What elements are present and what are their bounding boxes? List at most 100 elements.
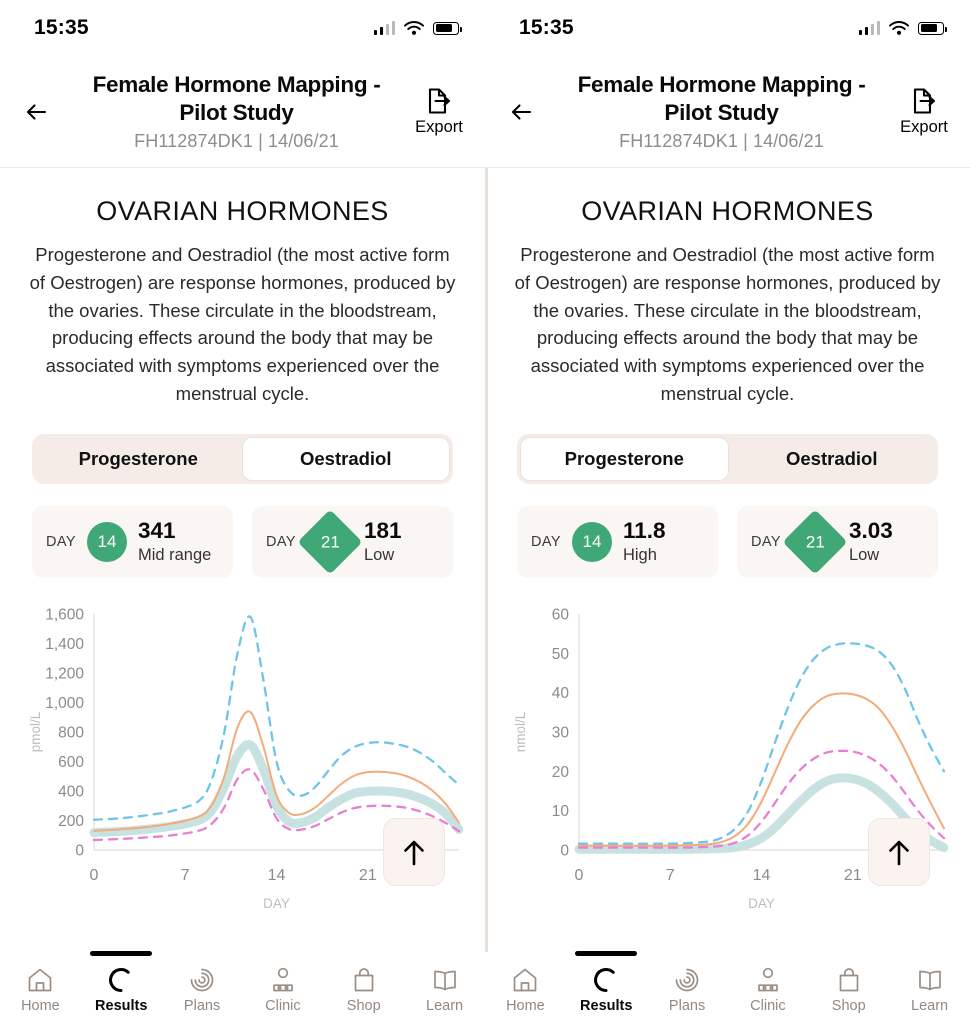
status-time: 15:35 bbox=[34, 16, 89, 39]
card-values: 181 Low bbox=[364, 518, 402, 565]
scroll-to-top-button[interactable] bbox=[868, 817, 930, 886]
svg-text:10: 10 bbox=[552, 803, 570, 820]
svg-text:400: 400 bbox=[58, 783, 84, 800]
hormone-segmented-control[interactable]: Progesterone Oestradiol bbox=[517, 433, 938, 484]
nav-label: Clinic bbox=[750, 998, 786, 1014]
card-values: 11.8 High bbox=[623, 518, 666, 565]
svg-text:200: 200 bbox=[58, 813, 84, 830]
card-values: 341 Mid range bbox=[138, 518, 211, 565]
scroll-to-top-button[interactable] bbox=[383, 817, 445, 886]
tab-progesterone[interactable]: Progesterone bbox=[520, 436, 729, 481]
page-subtitle: FH112874DK1 | 14/06/21 bbox=[134, 130, 339, 151]
shopping-bag-icon bbox=[839, 968, 859, 992]
wifi-icon bbox=[404, 20, 424, 35]
metric-cards-right: DAY 14 11.8 High DAY 21 3.03 Low bbox=[517, 505, 938, 578]
ring-icon bbox=[594, 968, 615, 992]
svg-text:14: 14 bbox=[753, 867, 771, 884]
tab-progesterone[interactable]: Progesterone bbox=[35, 437, 242, 481]
back-button[interactable] bbox=[495, 84, 551, 140]
nav-label: Results bbox=[95, 998, 148, 1014]
nav-item-shop[interactable]: Shop bbox=[808, 953, 889, 1014]
export-button[interactable]: Export bbox=[892, 86, 956, 137]
svg-text:7: 7 bbox=[181, 867, 190, 884]
metric-card-day14[interactable]: DAY 14 341 Mid range bbox=[32, 505, 233, 578]
status-icons bbox=[373, 20, 462, 36]
ring-icon bbox=[109, 968, 130, 992]
nav-item-shop[interactable]: Shop bbox=[323, 953, 404, 1014]
phone-panel-left: 15:35 Female Hormone Mapping - Pilot Stu… bbox=[0, 0, 485, 1024]
card-day-label: DAY bbox=[266, 533, 296, 550]
svg-text:1,400: 1,400 bbox=[45, 636, 84, 653]
svg-text:1,000: 1,000 bbox=[45, 695, 84, 712]
svg-text:20: 20 bbox=[552, 763, 570, 780]
page-subtitle: FH112874DK1 | 14/06/21 bbox=[619, 130, 824, 151]
status-time: 15:35 bbox=[519, 16, 574, 39]
hormone-segmented-control[interactable]: Progesterone Oestradiol bbox=[32, 433, 453, 484]
arrow-up-icon bbox=[404, 840, 424, 865]
bottom-nav-right[interactable]: Home Results Plans Clinic Shop Learn bbox=[485, 952, 970, 1024]
nav-label: Results bbox=[580, 998, 633, 1014]
day-badge-circle: 14 bbox=[571, 521, 612, 562]
day-badge-value: 21 bbox=[320, 531, 340, 551]
nav-item-learn[interactable]: Learn bbox=[404, 953, 485, 1014]
spiral-icon bbox=[675, 968, 699, 992]
nav-item-plans[interactable]: Plans bbox=[162, 953, 243, 1014]
signal-bars-icon bbox=[858, 20, 880, 35]
day-badge-value: 14 bbox=[97, 531, 117, 551]
metric-card-day21[interactable]: DAY 21 181 Low bbox=[252, 505, 453, 578]
export-button[interactable]: Export bbox=[407, 86, 471, 137]
status-bar: 15:35 bbox=[485, 0, 970, 56]
nav-item-clinic[interactable]: Clinic bbox=[242, 953, 323, 1014]
nav-item-results[interactable]: Results bbox=[566, 953, 647, 1014]
tab-oestradiol[interactable]: Oestradiol bbox=[729, 437, 936, 481]
day-badge-diamond: 21 bbox=[782, 508, 848, 575]
svg-text:0: 0 bbox=[575, 867, 584, 884]
nav-item-learn[interactable]: Learn bbox=[889, 953, 970, 1014]
card-day-label: DAY bbox=[751, 533, 781, 550]
clinician-icon bbox=[758, 967, 778, 992]
day-badge-value: 21 bbox=[805, 531, 825, 551]
signal-bars-icon bbox=[373, 20, 395, 35]
card-state: Low bbox=[363, 545, 395, 564]
app-bar-center: Female Hormone Mapping - Pilot Study FH1… bbox=[66, 71, 407, 152]
svg-text:7: 7 bbox=[666, 867, 675, 884]
svg-text:0: 0 bbox=[75, 842, 84, 859]
arrow-left-icon bbox=[26, 103, 47, 120]
app-bar: Female Hormone Mapping - Pilot Study FH1… bbox=[485, 56, 970, 168]
card-state: High bbox=[622, 545, 657, 564]
card-day-label: DAY bbox=[531, 533, 561, 550]
card-values: 3.03 Low bbox=[849, 518, 893, 565]
home-icon bbox=[514, 968, 537, 992]
wifi-icon bbox=[889, 20, 909, 35]
phone-panel-right: 15:35 Female Hormone Mapping - Pilot Stu… bbox=[485, 0, 970, 1024]
panel-content-left: OVARIAN HORMONES Progesterone and Oestra… bbox=[0, 168, 485, 952]
chart-oestradiol: 0 200 400 600 800 1,000 1,200 1,400 1,600 pmol/L 0… bbox=[22, 604, 463, 914]
nav-item-clinic[interactable]: Clinic bbox=[727, 953, 808, 1014]
card-value: 11.8 bbox=[622, 518, 666, 544]
bottom-nav-left[interactable]: Home Results Plans Clinic Shop Learn bbox=[0, 952, 485, 1024]
spiral-icon bbox=[190, 968, 214, 992]
nav-label: Home bbox=[21, 998, 60, 1014]
card-state: Low bbox=[848, 545, 880, 564]
export-label: Export bbox=[415, 118, 463, 136]
nav-label: Home bbox=[506, 998, 545, 1014]
back-button[interactable] bbox=[10, 84, 66, 140]
nav-label: Plans bbox=[183, 998, 221, 1014]
export-label: Export bbox=[900, 118, 948, 136]
section-title: OVARIAN HORMONES bbox=[96, 196, 389, 226]
tab-oestradiol[interactable]: Oestradiol bbox=[241, 436, 450, 481]
shopping-bag-icon bbox=[354, 968, 374, 992]
nav-item-plans[interactable]: Plans bbox=[647, 953, 728, 1014]
card-state: Mid range bbox=[137, 545, 212, 564]
nav-item-results[interactable]: Results bbox=[81, 953, 162, 1014]
svg-text:40: 40 bbox=[552, 685, 570, 702]
nav-item-home[interactable]: Home bbox=[485, 953, 566, 1014]
svg-text:21: 21 bbox=[844, 867, 862, 884]
svg-text:pmol/L: pmol/L bbox=[28, 711, 43, 752]
metric-card-day21[interactable]: DAY 21 3.03 Low bbox=[737, 505, 938, 578]
screenshot-root: 15:35 Female Hormone Mapping - Pilot Stu… bbox=[0, 0, 970, 1024]
status-bar: 15:35 bbox=[0, 0, 485, 56]
nav-item-home[interactable]: Home bbox=[0, 953, 81, 1014]
metric-card-day14[interactable]: DAY 14 11.8 High bbox=[517, 505, 718, 578]
svg-text:600: 600 bbox=[58, 754, 84, 771]
